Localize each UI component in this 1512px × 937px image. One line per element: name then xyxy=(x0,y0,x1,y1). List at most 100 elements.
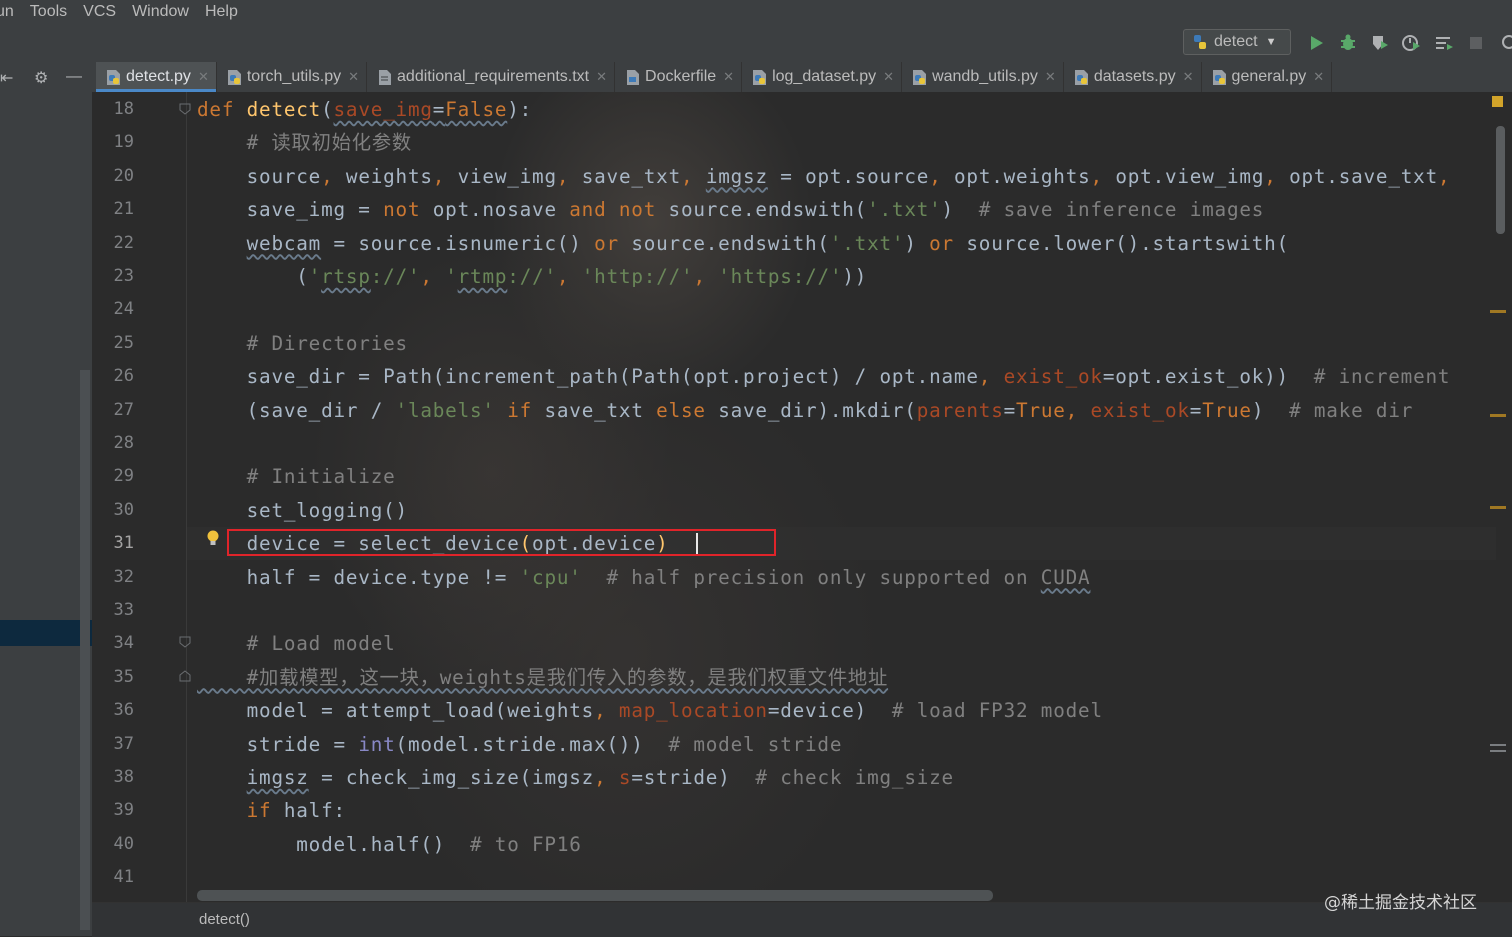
code-line[interactable]: imgsz = check_img_size(imgsz, s=stride) … xyxy=(197,761,954,794)
project-selected-row[interactable] xyxy=(0,620,92,646)
line-number: 28 xyxy=(113,433,134,453)
gear-icon[interactable]: ⚙ xyxy=(34,68,48,88)
code-token: ://' xyxy=(370,265,421,288)
fold-icon[interactable] xyxy=(179,670,191,682)
fold-icon[interactable] xyxy=(179,103,191,115)
code-line[interactable]: # 读取初始化参数 xyxy=(197,126,412,159)
code-token: 'http://' xyxy=(581,265,694,288)
code-line[interactable]: if half: xyxy=(197,794,346,827)
code-token: # Load model xyxy=(197,632,396,656)
coverage-icon[interactable] xyxy=(1370,33,1390,53)
tab-log-dataset-py[interactable]: log_dataset.py ✕ xyxy=(742,62,903,92)
tab-dockerfile[interactable]: Dockerfile ✕ xyxy=(615,62,743,92)
search-icon[interactable] xyxy=(1500,33,1512,53)
stripe-mark[interactable] xyxy=(1490,506,1506,509)
tab-detect-py[interactable]: detect.py ✕ xyxy=(96,62,217,92)
debug-icon[interactable] xyxy=(1338,33,1358,53)
code-token: = source.isnumeric() xyxy=(321,231,595,255)
menu-vcs[interactable]: VCS xyxy=(83,3,116,21)
line-number: 31 xyxy=(113,533,134,554)
close-icon[interactable]: ✕ xyxy=(198,69,209,85)
code-line[interactable]: webcam = source.isnumeric() or source.en… xyxy=(197,227,1289,260)
warning-indicator-icon[interactable] xyxy=(1492,96,1503,107)
code-token: =stride) xyxy=(631,766,756,789)
stop-icon[interactable] xyxy=(1466,33,1486,53)
code-token: ://' xyxy=(507,265,557,288)
code-line[interactable]: # Load model xyxy=(197,627,396,660)
line-number: 40 xyxy=(113,833,134,854)
code-line[interactable]: #加载模型，这一块，weights是我们传入的参数，是我们权重文件地址 xyxy=(197,661,888,694)
collapse-icon[interactable]: ⇤ xyxy=(0,68,13,88)
stripe-mark[interactable] xyxy=(1490,414,1506,417)
minimize-icon[interactable]: — xyxy=(66,68,82,86)
project-scrollbar[interactable] xyxy=(80,370,90,930)
code-line[interactable]: model.half() # to FP16 xyxy=(197,828,582,861)
code-token: save_txt xyxy=(544,398,657,422)
code-line[interactable]: (save_dir / 'labels' if save_txt else sa… xyxy=(197,394,1413,427)
line-number: 33 xyxy=(113,600,134,620)
close-icon[interactable]: ✕ xyxy=(348,69,359,85)
code-token: webcam xyxy=(246,231,322,255)
code-token: )) xyxy=(842,265,868,288)
menu-tools[interactable]: Tools xyxy=(30,3,67,21)
close-icon[interactable]: ✕ xyxy=(596,69,607,85)
stripe-mark[interactable] xyxy=(1490,750,1506,752)
python-file-icon xyxy=(1194,35,1206,49)
menu-run[interactable]: un xyxy=(0,3,14,21)
code-token: source xyxy=(197,164,322,188)
code-line[interactable]: # Directories xyxy=(197,327,408,360)
code-token: else xyxy=(656,398,719,422)
close-icon[interactable]: ✕ xyxy=(723,69,734,85)
stripe-mark[interactable] xyxy=(1490,310,1506,313)
horizontal-scrollbar[interactable] xyxy=(197,890,993,901)
menu-window[interactable]: Window xyxy=(132,3,189,21)
code-token: 'labels' xyxy=(395,398,508,422)
tab-general-py[interactable]: general.py ✕ xyxy=(1202,62,1333,92)
code-line[interactable]: ('rtsp://', 'rtmp://', 'http://', 'https… xyxy=(197,260,867,293)
code-token: ( xyxy=(321,98,334,121)
code-token: ) xyxy=(1251,398,1290,422)
code-line[interactable]: source, weights, view_img, save_txt, img… xyxy=(197,160,1450,193)
code-line[interactable]: save_dir = Path(increment_path(Path(opt.… xyxy=(197,360,1450,393)
tab-wandb-utils-py[interactable]: wandb_utils.py ✕ xyxy=(902,62,1064,92)
lightbulb-icon[interactable] xyxy=(206,530,220,548)
run-config-selector[interactable]: detect ▼ xyxy=(1183,29,1291,55)
run-icon[interactable] xyxy=(1306,33,1326,53)
close-icon[interactable]: ✕ xyxy=(1313,69,1324,85)
tab-label: Dockerfile xyxy=(645,68,717,85)
python-file-icon xyxy=(913,69,927,85)
code-token: , xyxy=(321,164,346,188)
code-token: and not xyxy=(569,198,669,222)
code-line[interactable]: save_img = not opt.nosave and not source… xyxy=(197,193,1264,226)
line-number: 19 xyxy=(113,132,134,153)
tab-torch-utils-py[interactable]: torch_utils.py ✕ xyxy=(217,62,368,92)
code-line[interactable]: model = attempt_load(weights, map_locati… xyxy=(197,694,1103,727)
line-number: 34 xyxy=(113,633,134,654)
menu-help[interactable]: Help xyxy=(205,3,238,21)
close-icon[interactable]: ✕ xyxy=(1045,69,1056,85)
vertical-scrollbar[interactable] xyxy=(1496,126,1505,234)
code-line[interactable]: half = device.type != 'cpu' # half preci… xyxy=(197,561,1090,594)
text-file-icon xyxy=(379,69,392,85)
fold-icon[interactable] xyxy=(179,636,191,648)
code-token: ' xyxy=(445,265,458,288)
code-line[interactable]: def detect(save_img=False): xyxy=(197,93,532,126)
tab-datasets-py[interactable]: datasets.py ✕ xyxy=(1064,62,1202,92)
stripe-mark[interactable] xyxy=(1490,744,1506,746)
code-token: stride = xyxy=(197,732,359,756)
code-line[interactable]: stride = int(model.stride.max()) # model… xyxy=(197,728,842,761)
code-token: save_txt xyxy=(581,164,681,188)
close-icon[interactable]: ✕ xyxy=(1183,69,1194,85)
build-icon[interactable] xyxy=(1434,33,1454,53)
profile-icon[interactable] xyxy=(1401,33,1421,53)
breadcrumb[interactable]: detect() xyxy=(199,911,250,928)
code-line[interactable]: # Initialize xyxy=(197,460,396,493)
tab-additional-requirements-txt[interactable]: additional_requirements.txt ✕ xyxy=(367,62,616,92)
line-number: 22 xyxy=(113,232,134,253)
code-token: ' xyxy=(308,265,322,288)
tab-label: torch_utils.py xyxy=(246,68,342,85)
close-icon[interactable]: ✕ xyxy=(883,69,894,85)
code-token: opt.save_txt xyxy=(1289,164,1438,188)
code-token: half: xyxy=(283,799,346,823)
code-line[interactable]: set_logging() xyxy=(197,494,408,527)
